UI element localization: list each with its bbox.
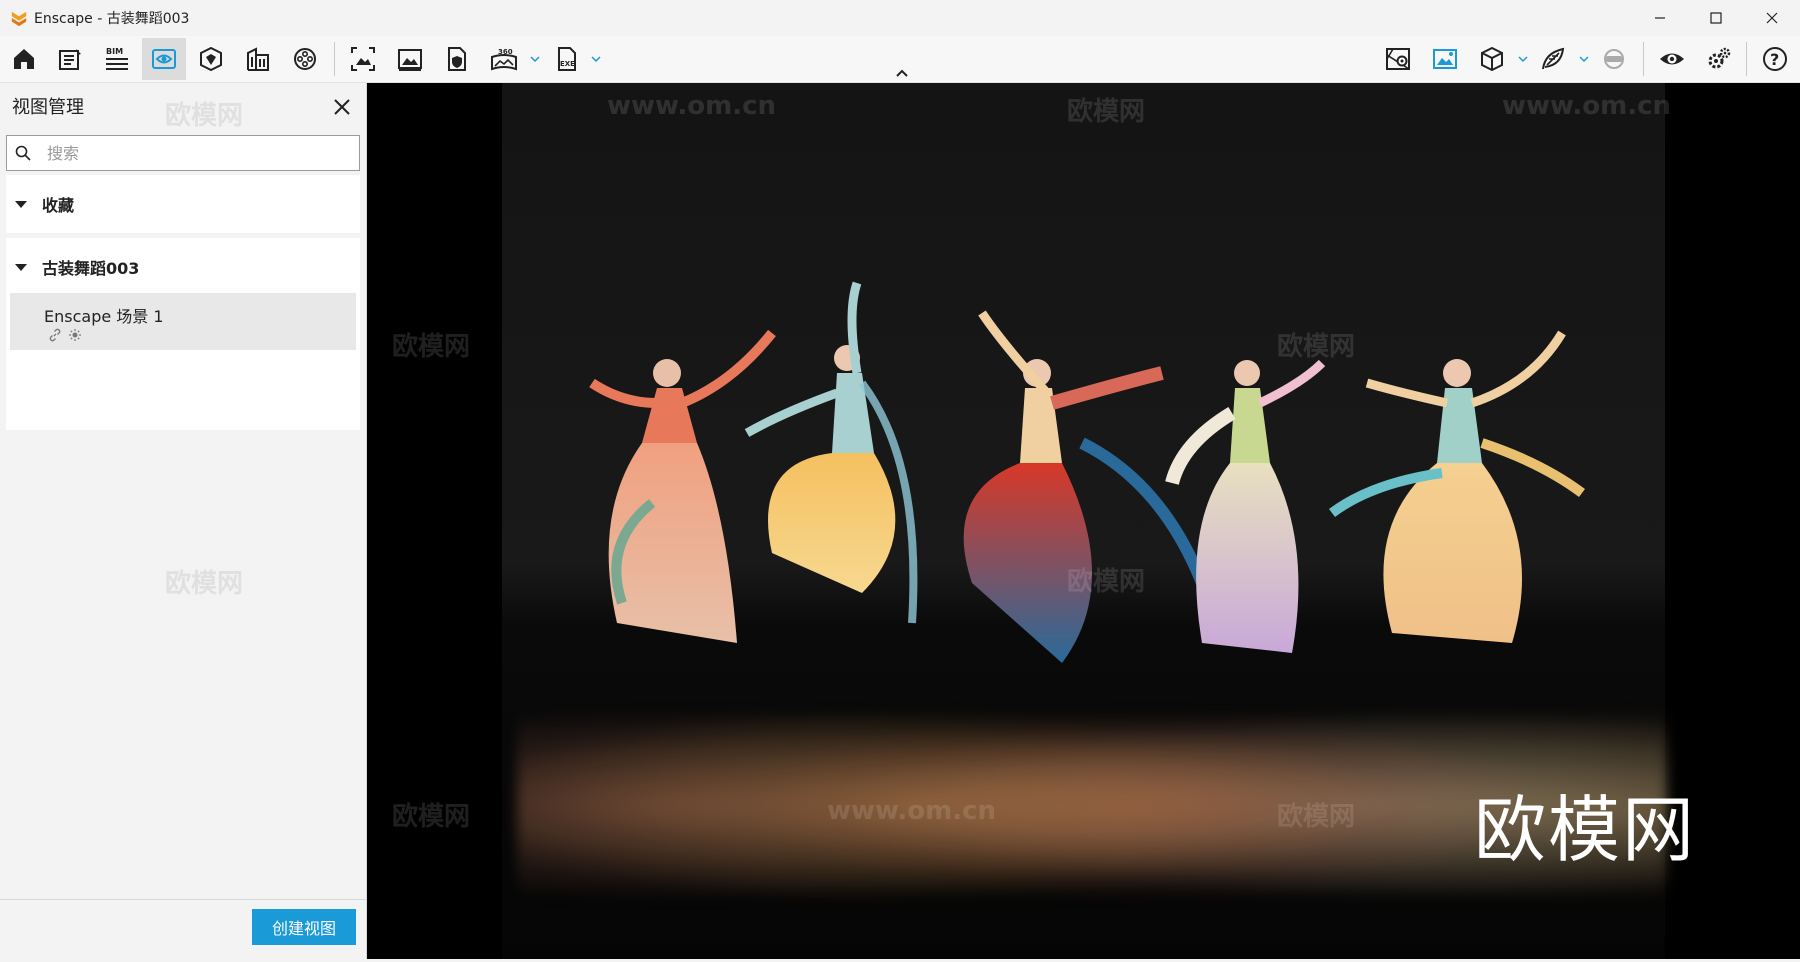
close-window-button[interactable] xyxy=(1744,0,1800,36)
view-management-panel: 视图管理 收藏 古装舞蹈003 Enscape 场景 1 欧模网 欧模网 创建视… xyxy=(0,83,367,959)
help-icon: ? xyxy=(1763,47,1787,71)
watermark: www.om.cn xyxy=(607,91,777,121)
watermark: 欧模网 xyxy=(1067,567,1146,597)
caret-down-icon xyxy=(15,264,27,271)
close-icon xyxy=(334,99,350,115)
eye-icon xyxy=(1660,53,1684,65)
maximize-icon xyxy=(1710,12,1722,24)
watermark: 欧模网 xyxy=(165,569,244,599)
cube-view-dropdown[interactable] xyxy=(1516,50,1530,68)
export-exe-button[interactable]: EXE xyxy=(545,38,589,80)
light-view-dropdown[interactable] xyxy=(1577,50,1591,68)
image-icon xyxy=(398,49,422,71)
chevron-down-icon xyxy=(530,56,540,63)
notes-icon xyxy=(59,49,81,70)
vr-headset-button[interactable] xyxy=(1592,38,1636,80)
watermark: 欧模网 xyxy=(165,101,244,131)
home-icon xyxy=(14,49,34,69)
watermark: www.om.cn xyxy=(827,796,997,826)
title-bar: Enscape - 古装舞蹈003 xyxy=(0,0,1800,36)
render-viewport[interactable]: www.om.cn 欧模网 www.om.cn 欧模网 欧模网 欧模网 欧模网 … xyxy=(367,83,1800,959)
search-icon xyxy=(15,145,31,161)
bim-icon: BIM xyxy=(106,47,128,70)
link-icon xyxy=(49,328,61,342)
asset-library-button[interactable] xyxy=(189,38,233,80)
svg-text:BIM: BIM xyxy=(106,47,123,56)
project-label: 古装舞蹈003 xyxy=(42,259,140,278)
watermark: 欧模网 xyxy=(1277,332,1356,362)
collapse-toolbar-button[interactable] xyxy=(892,66,912,80)
building-icon xyxy=(247,47,269,71)
video-editor-button[interactable] xyxy=(283,38,327,80)
panorama-360-button[interactable]: 360 xyxy=(482,38,526,80)
panorama-dropdown[interactable] xyxy=(528,50,542,68)
panorama-360-icon: 360 xyxy=(491,48,517,71)
watermark: 欧模网 xyxy=(1067,97,1146,127)
minimize-button[interactable] xyxy=(1632,0,1688,36)
project-header[interactable]: 古装舞蹈003 xyxy=(6,238,360,296)
cube-view-button[interactable] xyxy=(1470,38,1514,80)
leaf-icon xyxy=(1542,47,1565,70)
maximize-button[interactable] xyxy=(1688,0,1744,36)
cube-icon xyxy=(1481,46,1503,72)
map-pin-icon xyxy=(1386,48,1410,70)
rendered-view-button[interactable] xyxy=(1423,38,1467,80)
light-view-button[interactable] xyxy=(1531,38,1575,80)
export-dropdown[interactable] xyxy=(589,50,603,68)
project-section: 古装舞蹈003 Enscape 场景 1 xyxy=(6,238,360,430)
film-reel-icon xyxy=(294,48,316,70)
window-title: Enscape - 古装舞蹈003 xyxy=(34,11,190,27)
capture-icon xyxy=(351,47,375,71)
notes-button[interactable] xyxy=(48,38,92,80)
bim-button[interactable]: BIM xyxy=(95,38,139,80)
chevron-up-icon xyxy=(896,69,908,77)
exe-file-icon: EXE xyxy=(558,47,576,71)
file-shield-icon xyxy=(448,47,466,71)
watermark: 欧模网 xyxy=(392,332,471,362)
gears-icon xyxy=(1708,47,1731,69)
view-management-button[interactable] xyxy=(142,38,186,80)
map-button[interactable] xyxy=(1376,38,1420,80)
landscape-icon xyxy=(1433,49,1457,69)
favorites-header[interactable]: 收藏 xyxy=(6,175,360,233)
view-list-item[interactable]: Enscape 场景 1 xyxy=(10,293,356,350)
vr-headset-icon xyxy=(1604,49,1624,69)
sun-icon xyxy=(69,329,81,341)
chevron-down-icon xyxy=(1579,56,1589,63)
visual-settings-button[interactable] xyxy=(1650,38,1694,80)
batch-render-button[interactable] xyxy=(388,38,432,80)
chevron-down-icon xyxy=(1518,56,1528,63)
favorites-section: 收藏 xyxy=(6,175,360,233)
caret-down-icon xyxy=(15,201,27,208)
general-settings-button[interactable] xyxy=(1697,38,1741,80)
enscape-logo-icon xyxy=(11,11,27,27)
help-button[interactable]: ? xyxy=(1753,38,1797,80)
panel-title: 视图管理 xyxy=(12,97,84,118)
eye-screen-icon xyxy=(152,49,176,69)
search-input[interactable] xyxy=(45,142,339,164)
create-view-button[interactable]: 创建视图 xyxy=(252,909,356,945)
asset-library-icon xyxy=(200,46,222,72)
brand-logo-overlay: 欧模网 xyxy=(1474,788,1697,872)
panel-close-button[interactable] xyxy=(330,95,354,119)
screenshot-button[interactable] xyxy=(341,38,385,80)
minimize-icon xyxy=(1655,17,1665,19)
export-pano-button[interactable] xyxy=(435,38,479,80)
home-button[interactable] xyxy=(2,38,46,80)
svg-text:EXE: EXE xyxy=(560,60,575,68)
svg-text:?: ? xyxy=(1770,50,1779,69)
chevron-down-icon xyxy=(591,56,601,63)
material-editor-button[interactable] xyxy=(236,38,280,80)
favorites-label: 收藏 xyxy=(42,196,75,215)
view-item-name: Enscape 场景 1 xyxy=(44,307,164,326)
search-field[interactable] xyxy=(6,135,360,171)
watermark: www.om.cn xyxy=(1502,91,1672,121)
watermark: 欧模网 xyxy=(1277,802,1356,832)
watermark: 欧模网 xyxy=(392,802,471,832)
close-icon xyxy=(1766,12,1778,24)
